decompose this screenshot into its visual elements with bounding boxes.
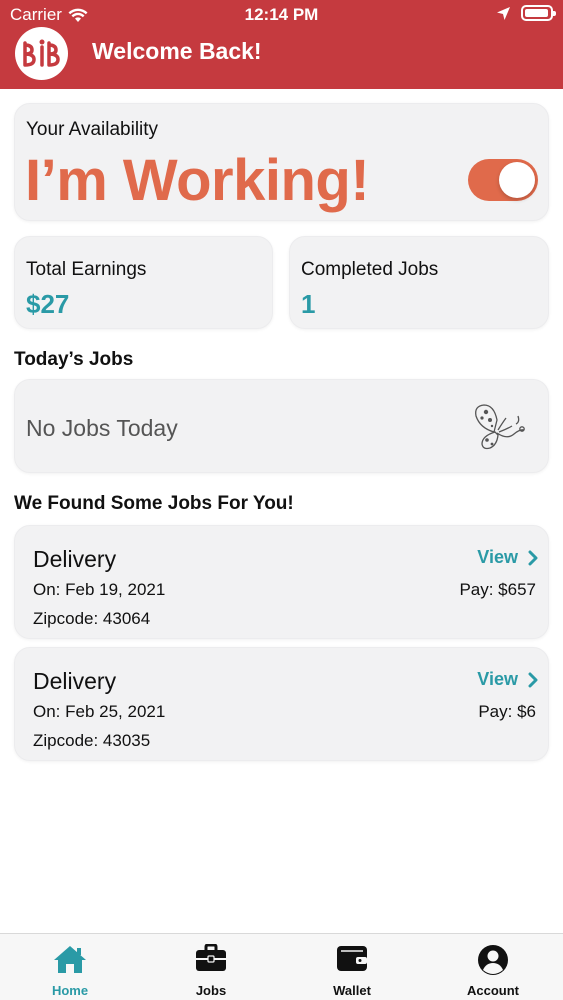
tab-home[interactable]: Home	[0, 934, 140, 1000]
availability-label: Your Availability	[26, 119, 159, 140]
availability-status: I’m Working!	[25, 148, 370, 213]
tab-wallet[interactable]: Wallet	[282, 934, 422, 1000]
chevron-right-icon	[528, 672, 538, 687]
tab-icon-wrap	[141, 944, 281, 976]
job-date: On: Feb 25, 2021	[33, 702, 166, 721]
job-zipcode: Zipcode: 43064	[33, 609, 151, 628]
home-icon	[54, 946, 86, 973]
tab-wallet-label: Wallet	[333, 983, 371, 998]
toggle-knob	[499, 162, 535, 198]
tab-jobs[interactable]: Jobs	[141, 934, 281, 1000]
view-job-button[interactable]: View	[477, 547, 538, 568]
job-zipcode: Zipcode: 43035	[33, 731, 151, 750]
view-job-button[interactable]: View	[477, 669, 538, 690]
butterfly-icon	[475, 404, 525, 450]
tab-account[interactable]: Account	[423, 934, 563, 1000]
header-title: Welcome Back!	[92, 38, 262, 64]
tab-jobs-label: Jobs	[195, 983, 227, 998]
tab-icon-wrap	[0, 944, 140, 976]
view-label: View	[477, 669, 518, 689]
total-earnings-value: $27	[26, 289, 70, 319]
job-card[interactable]: Delivery On: Feb 19, 2021 Zipcode: 43064…	[14, 525, 549, 639]
view-label: View	[477, 547, 518, 567]
availability-card: Your Availability I’m Working!	[14, 103, 549, 221]
job-type: Delivery	[33, 668, 117, 694]
no-jobs-text: No Jobs Today	[26, 415, 178, 441]
chevron-right-icon	[528, 550, 538, 565]
job-card[interactable]: Delivery On: Feb 25, 2021 Zipcode: 43035…	[14, 647, 549, 761]
todays-jobs-heading: Today’s Jobs	[14, 349, 134, 370]
account-icon	[478, 945, 508, 975]
bib-logo-icon	[22, 39, 60, 67]
status-bar: Carrier 12:14 PM	[0, 0, 563, 30]
job-pay: Pay: $6	[478, 702, 536, 721]
location-arrow-icon	[497, 6, 510, 20]
job-date: On: Feb 19, 2021	[33, 580, 166, 599]
completed-jobs-value: 1	[301, 289, 316, 319]
clock: 12:14 PM	[244, 5, 319, 24]
found-jobs-heading: We Found Some Jobs For You!	[14, 493, 294, 514]
briefcase-icon	[196, 944, 226, 971]
status-icons	[496, 5, 556, 21]
wallet-icon	[337, 946, 367, 971]
tab-bar: Home Jobs Wallet Account	[0, 933, 563, 1000]
tab-icon-wrap	[282, 944, 422, 976]
completed-jobs-card: Completed Jobs 1	[289, 236, 549, 329]
app-logo	[15, 27, 68, 80]
job-type: Delivery	[33, 546, 117, 572]
total-earnings-label: Total Earnings	[26, 259, 147, 280]
app-header: Carrier 12:14 PM Welcome Back!	[0, 0, 563, 89]
tab-icon-wrap	[423, 944, 563, 976]
job-pay: Pay: $657	[459, 580, 536, 599]
todays-jobs-card: No Jobs Today	[14, 379, 549, 473]
total-earnings-card: Total Earnings $27	[14, 236, 273, 329]
battery-icon	[521, 5, 556, 21]
tab-account-label: Account	[467, 983, 519, 998]
tab-home-label: Home	[51, 983, 89, 998]
availability-toggle[interactable]	[468, 159, 538, 201]
completed-jobs-label: Completed Jobs	[301, 259, 439, 280]
